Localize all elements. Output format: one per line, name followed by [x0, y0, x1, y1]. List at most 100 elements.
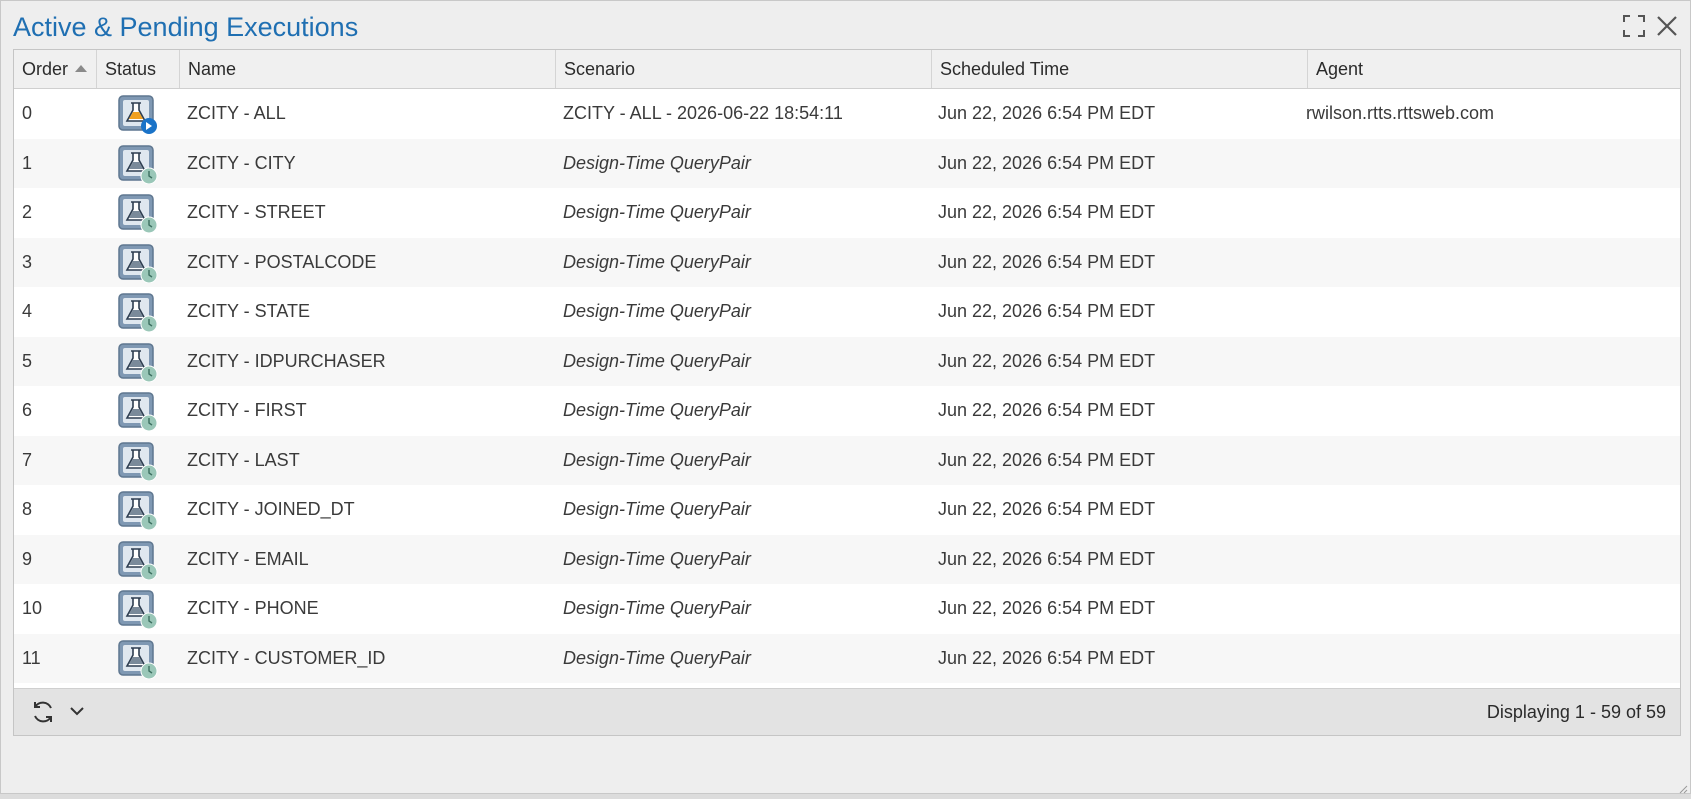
grid-header: Order Status Name Scenario Scheduled Tim…: [14, 50, 1680, 89]
column-header-scenario[interactable]: Scenario: [556, 50, 932, 88]
agent-cell: [1306, 485, 1666, 535]
name-cell: ZCITY - CITY: [187, 152, 296, 173]
name-cell: ZCITY - STATE: [187, 301, 311, 321]
close-icon[interactable]: [1654, 13, 1680, 39]
agent-cell: [1306, 436, 1666, 486]
order-cell: 1: [22, 152, 33, 173]
table-row[interactable]: 10 ZCITY - PHONE Design-Time QueryPair Jun …: [14, 584, 1680, 634]
scenario-cell: Design-Time QueryPair: [563, 647, 751, 668]
pending-status-icon: [117, 193, 177, 233]
scheduled-time-cell: Jun 22, 2026 6:54 PM EDT: [938, 301, 1156, 321]
order-cell: 0: [22, 103, 33, 123]
column-header-label: Status: [105, 59, 157, 79]
name-cell: ZCITY - IDPURCHASER: [187, 350, 386, 371]
agent-cell: [1306, 386, 1666, 436]
name-cell: ZCITY - STREET: [187, 202, 326, 222]
column-header-name[interactable]: Name: [180, 50, 556, 88]
column-header-agent[interactable]: Agent: [1308, 50, 1680, 88]
column-header-status[interactable]: Status: [97, 50, 180, 88]
table-row[interactable]: 5 ZCITY - IDPURCHASER Design-Time QueryPai…: [14, 336, 1680, 387]
scenario-cell: Design-Time QueryPair: [563, 400, 751, 420]
order-cell: 7: [22, 449, 33, 470]
column-header-order[interactable]: Order: [14, 50, 97, 88]
maximize-icon[interactable]: [1621, 13, 1647, 39]
scenario-cell: Design-Time QueryPair: [563, 499, 751, 519]
pending-status-icon: [117, 441, 177, 481]
pending-status-icon: [117, 243, 177, 283]
agent-cell: [1306, 535, 1666, 585]
scheduled-time-cell: Jun 22, 2026 6:54 PM EDT: [938, 647, 1156, 668]
column-header-label: Name: [188, 59, 237, 79]
table-row[interactable]: 3 ZCITY - POSTALCODE Design-Time QueryPair…: [14, 237, 1680, 288]
order-cell: 9: [22, 548, 33, 569]
scenario-cell: Design-Time QueryPair: [563, 598, 751, 618]
scenario-cell: Design-Time QueryPair: [563, 350, 751, 371]
table-row[interactable]: 6 ZCITY - FIRST Design-Time QueryPair Jun 2…: [14, 386, 1680, 436]
table-row[interactable]: 7 ZCITY - LAST Design-Time QueryPair Jun 22…: [14, 435, 1680, 486]
scheduled-time-cell: Jun 22, 2026 6:54 PM EDT: [938, 251, 1156, 272]
name-cell: ZCITY - CUSTOMER_ID: [187, 647, 386, 668]
table-row[interactable]: 1 ZCITY - CITY Design-Time QueryPair Jun 22…: [14, 138, 1680, 189]
running-status-icon: [117, 94, 177, 134]
order-cell: 4: [22, 301, 33, 321]
name-cell: ZCITY - JOINED_DT: [187, 499, 355, 519]
column-header-scheduled-time[interactable]: Scheduled Time: [932, 50, 1308, 88]
column-header-label: Agent: [1316, 59, 1364, 79]
scheduled-time-cell: Jun 22, 2026 6:54 PM EDT: [938, 548, 1156, 569]
table-row[interactable]: 8 ZCITY - JOINED_DT Design-Time QueryPair J…: [14, 485, 1680, 535]
agent-cell: [1306, 188, 1666, 238]
window-title: Active & Pending Executions: [13, 12, 359, 42]
name-cell: ZCITY - LAST: [187, 449, 300, 470]
sort-ascending-icon: [75, 64, 88, 72]
pending-status-icon: [117, 144, 177, 184]
order-cell: 6: [22, 400, 33, 420]
executions-grid: Order Status Name Scenario Scheduled Tim…: [13, 49, 1681, 736]
column-header-label: Scenario: [564, 59, 636, 79]
table-row[interactable]: 2 ZCITY - STREET Design-Time QueryPair Jun …: [14, 188, 1680, 238]
grid-footer: Displaying 1 - 59 of 59: [14, 688, 1680, 735]
scheduled-time-cell: Jun 22, 2026 6:54 PM EDT: [938, 400, 1156, 420]
pending-status-icon: [117, 540, 177, 580]
executions-window: Active & Pending Executions Order Status…: [0, 0, 1691, 794]
table-row[interactable]: 9 ZCITY - EMAIL Design-Time QueryPair Jun 2…: [14, 534, 1680, 585]
table-row[interactable]: 0 ZCITY - ALL ZCITY - ALL - 2026-06-22 18:…: [14, 89, 1680, 139]
pending-status-icon: [117, 639, 177, 679]
order-cell: 8: [22, 499, 33, 519]
agent-cell: [1306, 287, 1666, 337]
scenario-cell: Design-Time QueryPair: [563, 202, 751, 222]
agent-cell: [1306, 238, 1666, 288]
name-cell: ZCITY - EMAIL: [187, 548, 309, 569]
scenario-cell: Design-Time QueryPair: [563, 548, 751, 569]
resize-handle[interactable]: [1678, 781, 1688, 794]
paging-status: Displaying 1 - 59 of 59: [1486, 702, 1666, 722]
chevron-down-icon[interactable]: [68, 704, 86, 718]
name-cell: ZCITY - ALL: [187, 103, 286, 123]
grid-body: 0 ZCITY - ALL ZCITY - ALL - 2026-06-22 18:…: [14, 89, 1680, 733]
order-cell: 11: [22, 647, 41, 668]
scheduled-time-cell: Jun 22, 2026 6:54 PM EDT: [938, 103, 1156, 123]
scenario-cell: ZCITY - ALL - 2026-06-22 18:54:11: [563, 103, 843, 123]
pending-status-icon: [117, 490, 177, 530]
pending-status-icon: [117, 391, 177, 431]
scenario-cell: Design-Time QueryPair: [563, 251, 751, 272]
scheduled-time-cell: Jun 22, 2026 6:54 PM EDT: [938, 499, 1156, 519]
agent-cell: [1306, 634, 1666, 684]
order-cell: 10: [22, 598, 43, 618]
scheduled-time-cell: Jun 22, 2026 6:54 PM EDT: [938, 449, 1156, 470]
scheduled-time-cell: Jun 22, 2026 6:54 PM EDT: [938, 598, 1156, 618]
pending-status-icon: [117, 292, 177, 332]
table-row[interactable]: 11 ZCITY - CUSTOMER_ID Design-Time QueryPa…: [14, 633, 1680, 684]
column-header-label: Scheduled Time: [940, 59, 1070, 79]
agent-cell: [1306, 139, 1666, 189]
scenario-cell: Design-Time QueryPair: [563, 301, 751, 321]
table-row[interactable]: 4 ZCITY - STATE Design-Time QueryPair Jun 2…: [14, 287, 1680, 337]
window-titlebar: Active & Pending Executions: [1, 1, 1690, 49]
pending-status-icon: [117, 342, 177, 382]
order-cell: 5: [22, 350, 33, 371]
scheduled-time-cell: Jun 22, 2026 6:54 PM EDT: [938, 202, 1156, 222]
agent-cell: rwilson.rtts.rttsweb.com: [1306, 103, 1495, 123]
name-cell: ZCITY - PHONE: [187, 598, 319, 618]
refresh-icon[interactable]: [30, 699, 56, 725]
order-cell: 2: [22, 202, 33, 222]
agent-cell: [1306, 337, 1666, 387]
